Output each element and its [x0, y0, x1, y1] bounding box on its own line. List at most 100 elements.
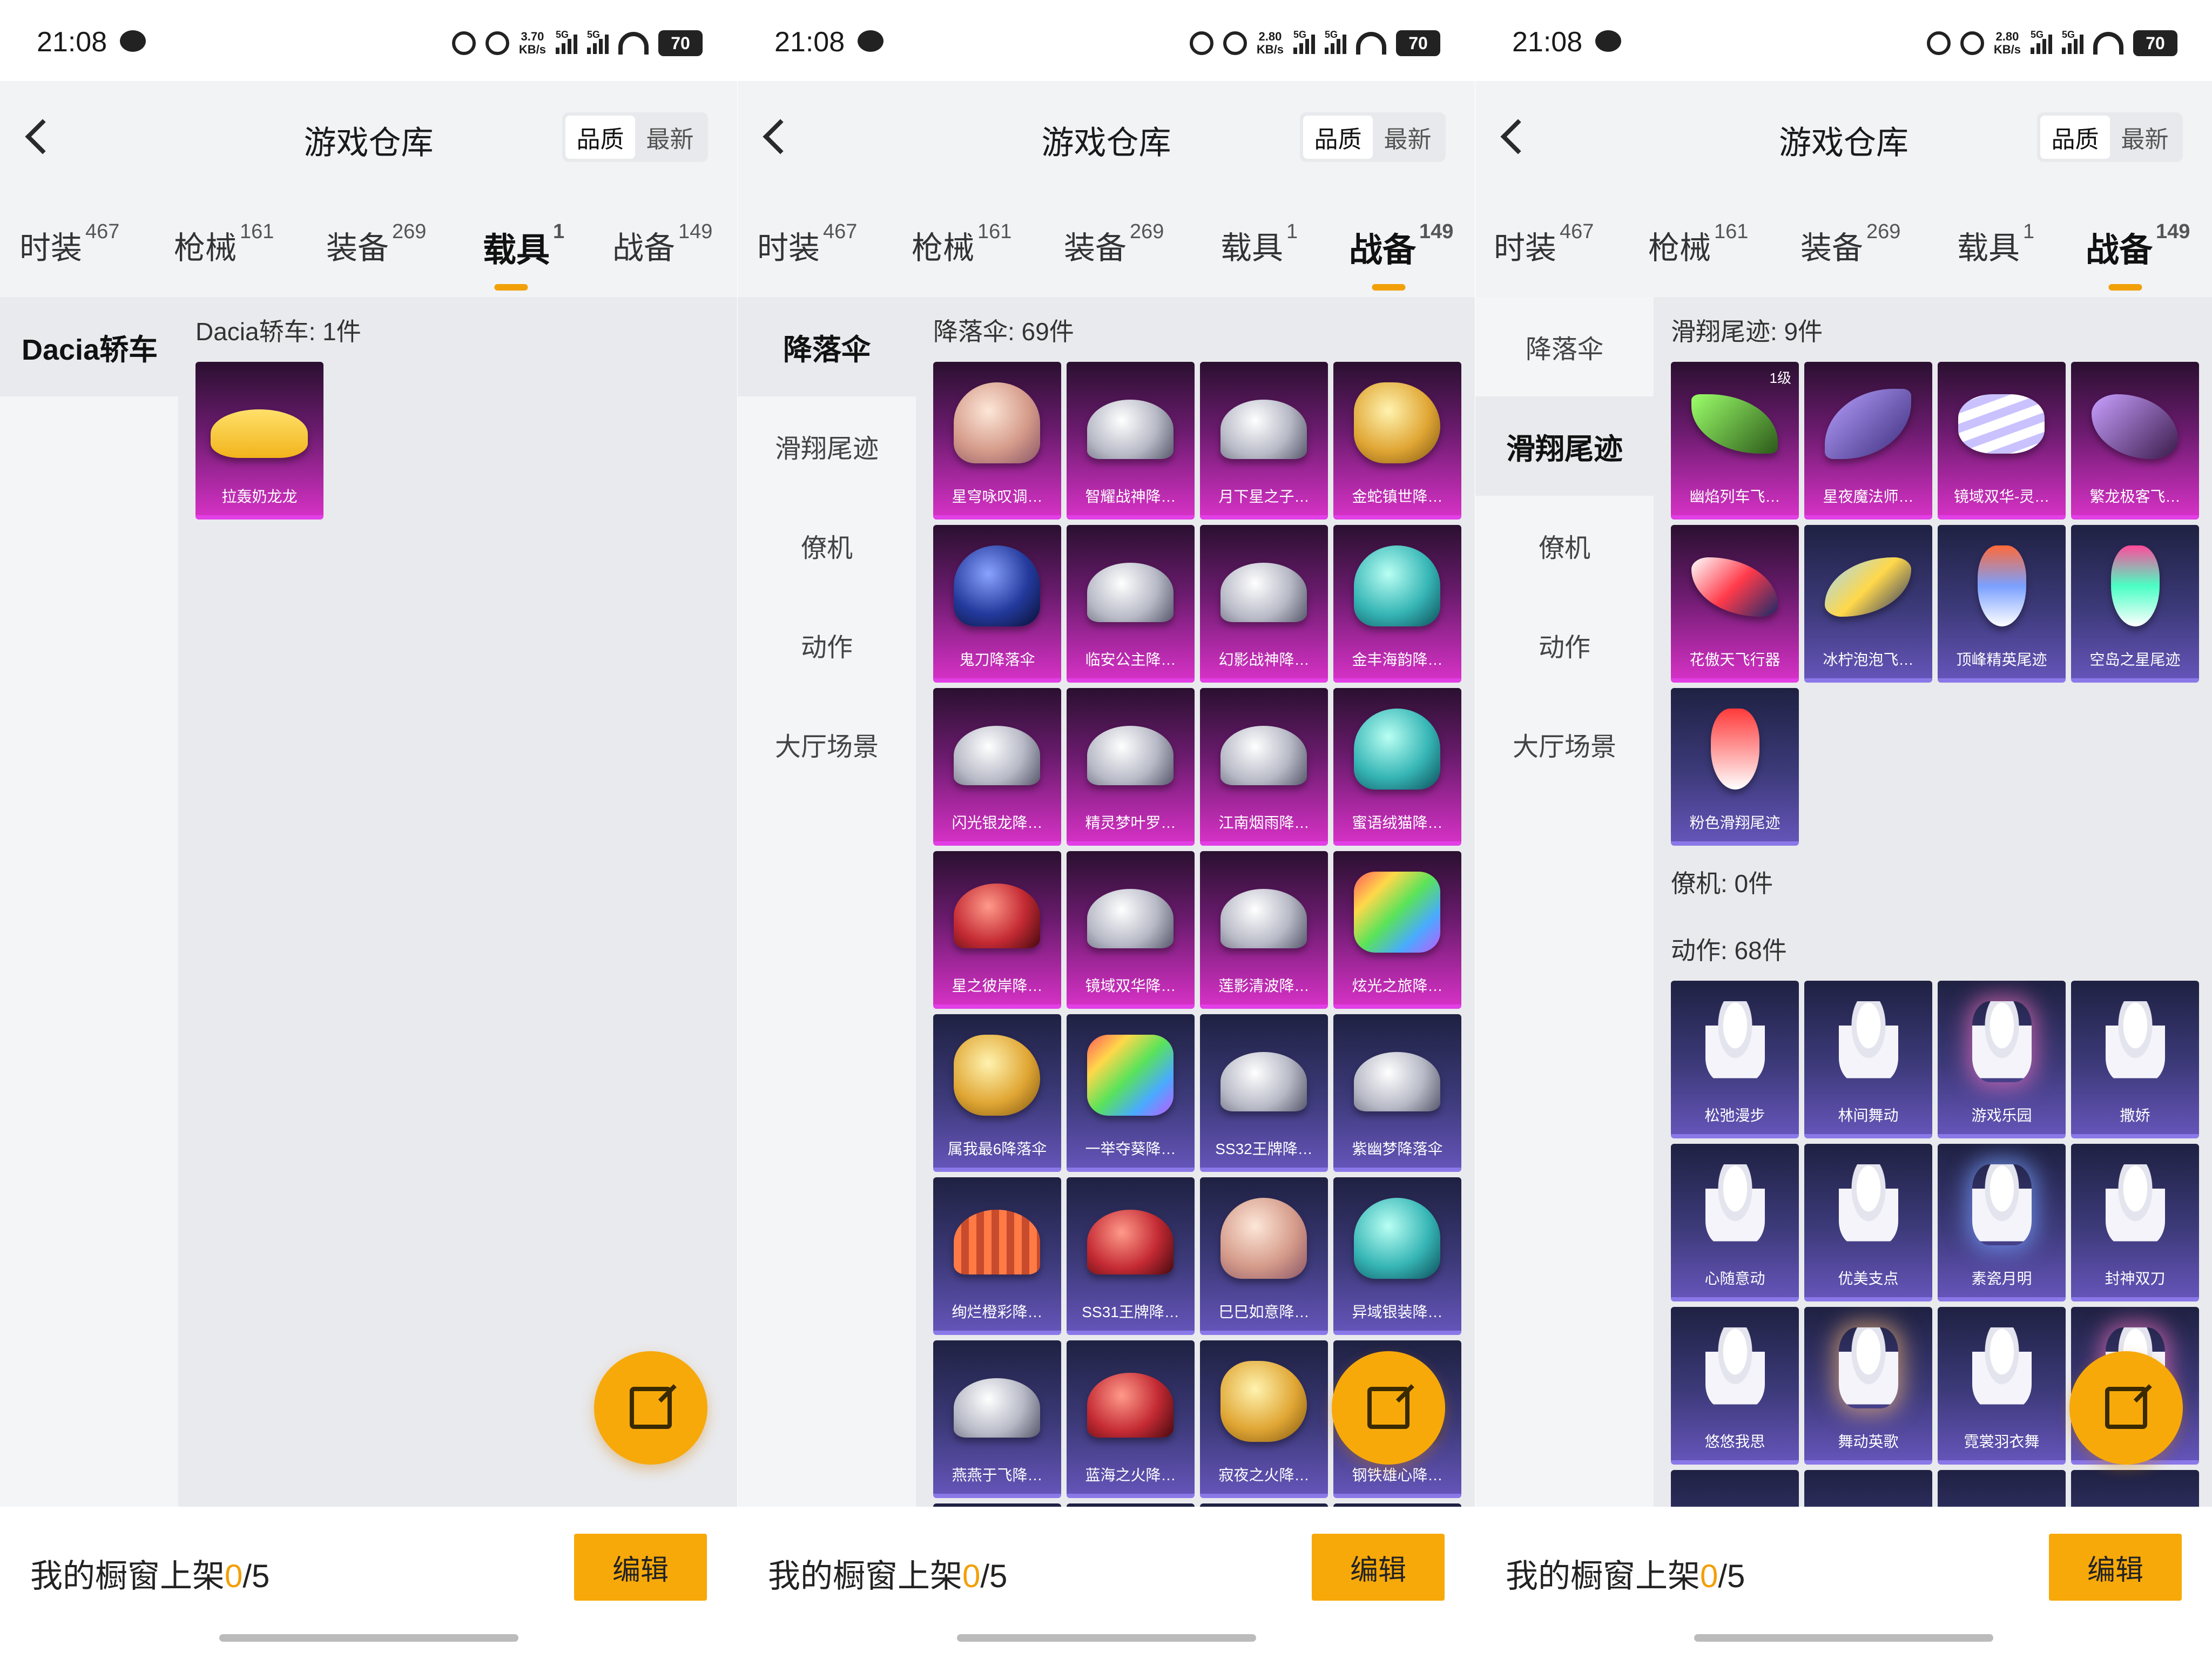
item-card[interactable]: 1级 幽焰列车飞… — [1671, 362, 1799, 520]
item-card[interactable]: 异域银装降… — [1333, 1177, 1461, 1335]
item-card[interactable]: 莲影清波降… — [1200, 851, 1328, 1009]
tab-supplies[interactable]: 战备 149 — [612, 220, 712, 268]
tab-guns[interactable]: 枪械 161 — [174, 220, 274, 268]
item-card[interactable]: 蜜语绒猫降… — [1333, 688, 1461, 846]
side-tab-wingman[interactable]: 僚机 — [1475, 496, 1654, 595]
side-tab-lobby-scene[interactable]: 大厅场景 — [738, 694, 916, 794]
edit-button[interactable]: 编辑 — [574, 1534, 707, 1601]
item-card[interactable]: 镜域双华-灵… — [1938, 362, 2066, 520]
item-card[interactable]: 游戏乐园 — [1938, 981, 2066, 1138]
tab-vehicles[interactable]: 载具 1 — [1220, 220, 1298, 268]
item-card[interactable]: 星夜魔法师… — [1804, 362, 1932, 520]
sort-quality-button[interactable]: 品质 — [2040, 116, 2110, 159]
sort-toggle[interactable]: 品质 最新 — [1300, 112, 1446, 162]
item-card[interactable]: 花傲天飞行器 — [1671, 525, 1799, 683]
tab-fashion[interactable]: 时装 467 — [1494, 220, 1594, 268]
item-card[interactable]: 拉轰奶龙龙 — [195, 362, 323, 520]
item-card[interactable]: 巳巳如意降… — [1200, 1177, 1328, 1335]
item-card[interactable]: 悠悠我思 — [1671, 1307, 1799, 1465]
item-card[interactable]: 冰柠泡泡飞… — [1804, 525, 1932, 683]
item-card[interactable]: 闪光银龙降… — [933, 688, 1061, 846]
sort-latest-button[interactable]: 最新 — [635, 116, 705, 159]
share-fab[interactable] — [2069, 1351, 2183, 1465]
side-tab-glide-trail[interactable]: 滑翔尾迹 — [738, 396, 916, 496]
item-card[interactable]: 星穹咏叹调… — [933, 362, 1061, 520]
item-card[interactable]: 镜域双华降… — [1067, 851, 1195, 1009]
item-card[interactable]: 蓝海之火降… — [1067, 1340, 1195, 1498]
item-card[interactable]: SS32王牌降… — [1200, 1014, 1328, 1172]
side-tab-parachute[interactable]: 降落伞 — [738, 297, 916, 396]
edit-button[interactable]: 编辑 — [2049, 1534, 2182, 1601]
side-tab-actions[interactable]: 动作 — [1475, 595, 1654, 694]
tab-vehicles[interactable]: 载具 1 — [1957, 220, 2034, 268]
item-card[interactable]: 舞动英歌 — [1804, 1307, 1932, 1465]
sort-toggle[interactable]: 品质 最新 — [562, 112, 708, 162]
item-card[interactable]: 一举夺葵降… — [1067, 1014, 1195, 1172]
tab-gear[interactable]: 装备 269 — [326, 220, 426, 268]
item-card[interactable]: 金蛇镇世降… — [1333, 362, 1461, 520]
item-card[interactable]: 素瓷月明 — [1938, 1144, 2066, 1301]
share-fab[interactable] — [1332, 1351, 1445, 1465]
item-card[interactable]: SS31王牌降… — [1067, 1177, 1195, 1335]
side-tab-wingman[interactable]: 僚机 — [738, 496, 916, 595]
item-card[interactable]: 月下星之子… — [1200, 362, 1328, 520]
tab-supplies[interactable]: 战备 149 — [1349, 220, 1453, 271]
side-tab-glide-trail[interactable]: 滑翔尾迹 — [1475, 396, 1654, 496]
tab-label: 时装 — [757, 231, 820, 266]
tab-guns[interactable]: 枪械 161 — [912, 220, 1011, 268]
item-card[interactable] — [1938, 1470, 2066, 1507]
item-card[interactable]: 紫幽梦降落伞 — [1333, 1014, 1461, 1172]
item-card[interactable]: 绚烂橙彩降… — [933, 1177, 1061, 1335]
item-card[interactable]: 粉色滑翔尾迹 — [1671, 688, 1799, 846]
item-card[interactable]: 霓裳羽衣舞 — [1938, 1307, 2066, 1465]
sort-latest-button[interactable]: 最新 — [2110, 116, 2180, 159]
side-tab-lobby-scene[interactable]: 大厅场景 — [1475, 694, 1654, 794]
item-card[interactable]: 精灵梦叶罗… — [1067, 688, 1195, 846]
tab-supplies[interactable]: 战备 149 — [2086, 220, 2190, 271]
item-card[interactable] — [1671, 1470, 1799, 1507]
home-indicator[interactable] — [219, 1634, 518, 1642]
screen-glide-trails: 21:08 2.80 KB/s 5G 5G 70 游戏仓库 品质 最新 时装 467… — [1475, 0, 2212, 1659]
item-card[interactable]: 江南烟雨降… — [1200, 688, 1328, 846]
item-card[interactable]: 心随意动 — [1671, 1144, 1799, 1301]
side-tab-dacia[interactable]: Dacia轿车 — [0, 297, 178, 396]
side-tab-actions[interactable]: 动作 — [738, 595, 916, 694]
tab-guns[interactable]: 枪械 161 — [1648, 220, 1748, 268]
tab-fashion[interactable]: 时装 467 — [757, 220, 857, 268]
tab-gear[interactable]: 装备 269 — [1064, 220, 1164, 268]
item-card[interactable]: 顶峰精英尾迹 — [1938, 525, 2066, 683]
tab-vehicles[interactable]: 载具 1 — [483, 220, 564, 271]
item-card[interactable]: 林间舞动 — [1804, 981, 1932, 1138]
item-card[interactable]: 燕燕于飞降… — [933, 1340, 1061, 1498]
tab-fashion[interactable]: 时装 467 — [19, 220, 119, 268]
sort-quality-button[interactable]: 品质 — [1303, 116, 1373, 159]
home-indicator[interactable] — [956, 1634, 1256, 1642]
item-card[interactable]: 鬼刀降落伞 — [933, 525, 1061, 683]
item-card[interactable] — [1804, 1470, 1932, 1507]
item-name: 智耀战神降… — [1085, 488, 1176, 505]
tab-gear[interactable]: 装备 269 — [1800, 220, 1900, 268]
side-tab-parachute[interactable]: 降落伞 — [1475, 297, 1654, 396]
item-card[interactable]: 属我最6降落伞 — [933, 1014, 1061, 1172]
sort-quality-button[interactable]: 品质 — [565, 116, 635, 159]
share-fab[interactable] — [594, 1351, 707, 1465]
trail-icon — [1711, 709, 1759, 790]
item-card[interactable]: 优美支点 — [1804, 1144, 1932, 1301]
item-card[interactable]: 封神双刀 — [2071, 1144, 2199, 1301]
item-card[interactable]: 星之彼岸降… — [933, 851, 1061, 1009]
item-card[interactable]: 繁龙极客飞… — [2071, 362, 2199, 520]
item-card[interactable]: 金丰海韵降… — [1333, 525, 1461, 683]
item-card[interactable]: 炫光之旅降… — [1333, 851, 1461, 1009]
item-card[interactable] — [2071, 1470, 2199, 1507]
item-card[interactable]: 撒娇 — [2071, 981, 2199, 1138]
item-card[interactable]: 幻影战神降… — [1200, 525, 1328, 683]
item-card[interactable]: 松弛漫步 — [1671, 981, 1799, 1138]
sort-latest-button[interactable]: 最新 — [1373, 116, 1442, 159]
sort-toggle[interactable]: 品质 最新 — [2037, 112, 2183, 162]
item-card[interactable]: 临安公主降… — [1067, 525, 1195, 683]
home-indicator[interactable] — [1694, 1634, 1993, 1642]
item-card[interactable]: 寂夜之火降… — [1200, 1340, 1328, 1498]
edit-button[interactable]: 编辑 — [1312, 1534, 1445, 1601]
item-card[interactable]: 空岛之星尾迹 — [2071, 525, 2199, 683]
item-card[interactable]: 智耀战神降… — [1067, 362, 1195, 520]
